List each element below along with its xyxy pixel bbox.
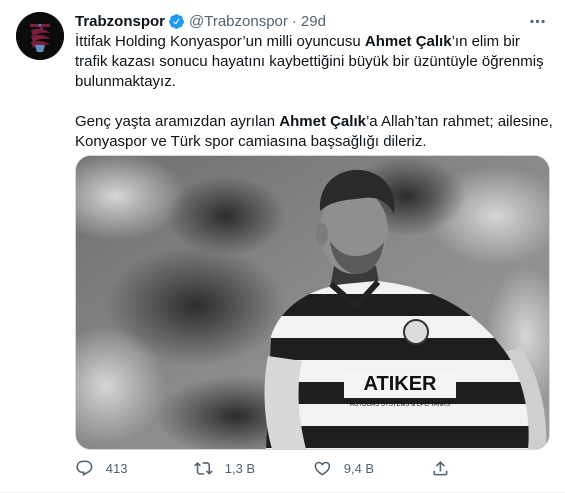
reply-button[interactable]: 413 — [75, 459, 127, 478]
paragraph-2-text-a: Genç yaşta aramızdan ayrılan — [75, 113, 280, 130]
retweet-icon — [194, 461, 213, 475]
tweet-header: Trabzonspor @Trabzonspor · 29d — [75, 11, 549, 31]
like-button[interactable]: 9,4 B — [313, 459, 374, 478]
sponsor-logo-subtext: AUTOGAS SYSTEMS & LPG TANKS — [350, 402, 450, 408]
reply-icon — [76, 460, 93, 476]
author-name[interactable]: Trabzonspor — [75, 13, 165, 30]
retweet-button[interactable]: 1,3 B — [194, 459, 255, 478]
more-icon[interactable] — [527, 11, 547, 31]
author-handle[interactable]: @Trabzonspor — [189, 13, 288, 30]
paragraph-1-text-a: İttifak Holding Konyaspor’un milli oyunc… — [75, 33, 365, 50]
paragraph-1-name: Ahmet Çalık — [364, 33, 452, 50]
share-icon — [433, 460, 448, 476]
tweet-paragraph-2: Genç yaşta aramızdan ayrılan Ahmet Çalık… — [75, 112, 555, 152]
share-button[interactable] — [431, 459, 450, 478]
like-count: 9,4 B — [343, 460, 375, 476]
like-icon — [314, 461, 331, 476]
trabzonspor-logo — [16, 12, 64, 60]
separator-dot: · — [291, 12, 297, 30]
player-photo: ATIKER AUTOGAS SYSTEMS & LPG TANKS — [76, 156, 549, 449]
verified-badge-icon — [168, 13, 185, 30]
reply-count: 413 — [105, 460, 128, 476]
tweet[interactable]: Trabzonspor @Trabzonspor · 29d İttifak H… — [0, 0, 565, 493]
tweet-actions: 413 1,3 B 9,4 B — [75, 458, 555, 478]
sponsor-logo-text: ATIKER — [364, 373, 438, 395]
paragraph-2-name: Ahmet Çalık — [279, 113, 366, 130]
tweet-paragraph-1: İttifak Holding Konyaspor’un milli oyunc… — [75, 32, 555, 92]
tweet-photo[interactable]: ATIKER AUTOGAS SYSTEMS & LPG TANKS — [75, 155, 550, 450]
tweet-timestamp[interactable]: 29d — [301, 13, 326, 30]
tweet-text: İttifak Holding Konyaspor’un milli oyunc… — [75, 32, 555, 152]
retweet-count: 1,3 B — [224, 460, 256, 476]
avatar[interactable] — [16, 12, 64, 60]
